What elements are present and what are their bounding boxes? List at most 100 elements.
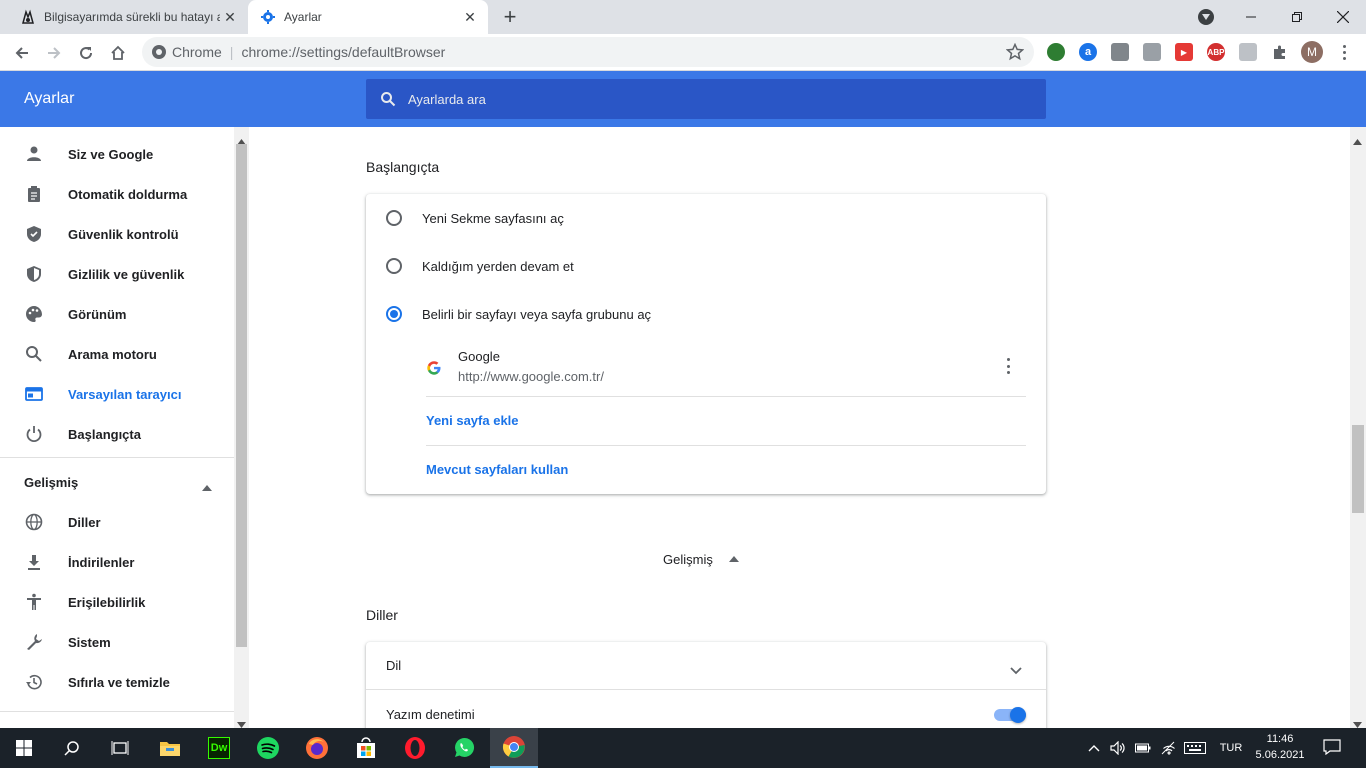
dreamweaver-icon[interactable]: Dw — [195, 728, 243, 768]
address-bar[interactable]: Chrome | chrome://settings/defaultBrowse… — [142, 37, 1034, 67]
start-button[interactable] — [0, 728, 48, 768]
startup-option-new-tab[interactable]: Yeni Sekme sayfasını aç — [366, 194, 1046, 242]
person-icon — [24, 144, 44, 164]
input-language[interactable]: TUR — [1214, 740, 1248, 756]
sidebar-item-autofill[interactable]: Otomatik doldurma — [0, 174, 234, 214]
person-check-extension-icon[interactable] — [1239, 43, 1257, 61]
settings-sidebar: Siz ve Google Otomatik doldurma Güvenlik… — [0, 127, 234, 728]
volume-icon[interactable] — [1109, 740, 1127, 756]
startup-page-entry: Google http://www.google.com.tr/ — [426, 342, 1026, 397]
chrome-taskbar-icon[interactable] — [490, 728, 538, 768]
radio-button[interactable] — [386, 210, 402, 226]
sidebar-advanced-toggle[interactable]: Gelişmiş — [0, 462, 234, 502]
tab-strip: Bilgisayarımda sürekli bu hatayı a ✕ Aya… — [0, 0, 1366, 34]
startup-option-continue[interactable]: Kaldığım yerden devam et — [366, 242, 1046, 290]
sidebar-item-default-browser[interactable]: Varsayılan tarayıcı — [0, 374, 234, 414]
close-tab-icon[interactable]: ✕ — [220, 7, 240, 27]
notification-icon[interactable] — [1320, 739, 1344, 755]
sidebar-item-downloads[interactable]: İndirilenler — [0, 542, 234, 582]
grid-extension-icon[interactable] — [1111, 43, 1129, 61]
search-icon[interactable] — [48, 728, 96, 768]
main-scrollbar[interactable] — [1350, 127, 1366, 728]
minimize-button[interactable] — [1228, 0, 1274, 34]
new-tab-button[interactable]: + — [498, 4, 522, 29]
restore-icon — [24, 672, 44, 692]
sidebar-item-languages[interactable]: Diller — [0, 502, 234, 542]
sidebar-item-you-and-google[interactable]: Siz ve Google — [0, 134, 234, 174]
sidebar-item-system[interactable]: Sistem — [0, 622, 234, 662]
radio-button-selected[interactable] — [386, 306, 402, 322]
url-text: chrome://settings/defaultBrowser — [241, 44, 446, 60]
shield-check-icon — [24, 224, 44, 244]
sidebar-divider — [0, 711, 234, 712]
sidebar-item-safety-check[interactable]: Güvenlik kontrolü — [0, 214, 234, 254]
chevron-down-icon[interactable] — [1010, 662, 1022, 680]
sidebar-scroll-thumb[interactable] — [236, 144, 247, 647]
wifi-icon[interactable] — [1160, 740, 1178, 756]
restore-button[interactable] — [1274, 0, 1320, 34]
close-window-button[interactable] — [1320, 0, 1366, 34]
clock[interactable]: 11:46 5.06.2021 — [1252, 731, 1308, 765]
startup-page-name: Google — [458, 349, 500, 364]
opera-icon[interactable] — [391, 728, 439, 768]
site-label: Chrome — [172, 44, 222, 60]
file-explorer-icon[interactable] — [146, 728, 194, 768]
sidebar-item-privacy[interactable]: Gizlilik ve güvenlik — [0, 254, 234, 294]
add-new-page-link[interactable]: Yeni sayfa ekle — [426, 413, 519, 428]
sidebar-item-on-startup[interactable]: Başlangıçta — [0, 414, 234, 454]
close-tab-icon[interactable]: ✕ — [460, 7, 480, 27]
avatar[interactable]: M — [1301, 41, 1323, 63]
sidebar-item-reset[interactable]: Sıfırla ve temizle — [0, 662, 234, 702]
microsoft-store-icon[interactable] — [342, 728, 390, 768]
firefox-icon[interactable] — [293, 728, 341, 768]
accessibility-icon — [24, 592, 44, 612]
keyboard-icon[interactable] — [1184, 740, 1206, 756]
sidebar-item-appearance[interactable]: Görünüm — [0, 294, 234, 334]
tab-bilgisayar[interactable]: Bilgisayarımda sürekli bu hatayı a ✕ — [0, 0, 248, 34]
spellcheck-label: Yazım denetimi — [386, 706, 475, 722]
spellcheck-toggle[interactable] — [994, 707, 1026, 723]
browser-toolbar: Chrome | chrome://settings/defaultBrowse… — [0, 34, 1366, 71]
startup-card: Yeni Sekme sayfasını aç Kaldığım yerden … — [366, 194, 1046, 494]
sidebar-item-search-engine[interactable]: Arama motoru — [0, 334, 234, 374]
puzzle-icon[interactable] — [1271, 43, 1289, 61]
radio-button[interactable] — [386, 258, 402, 274]
sidebar-scrollbar[interactable] — [234, 127, 249, 728]
settings-main: Başlangıçta Yeni Sekme sayfasını aç Kald… — [249, 127, 1350, 742]
sidebar-item-label: Otomatik doldurma — [68, 186, 188, 202]
bookmark-star-icon[interactable] — [1005, 42, 1025, 64]
option-label: Yeni Sekme sayfasını aç — [422, 210, 564, 226]
settings-search-input[interactable]: Ayarlarda ara — [366, 79, 1046, 119]
adblock-extension-icon[interactable]: ABP — [1207, 43, 1225, 61]
globe-extension-icon[interactable] — [1047, 43, 1065, 61]
camera-extension-icon[interactable] — [1143, 43, 1161, 61]
language-label: Dil — [386, 658, 402, 673]
scroll-up-icon[interactable] — [1353, 132, 1362, 150]
windows-taskbar: Dw TUR 11:46 5.06.2021 — [0, 728, 1366, 768]
use-current-pages-link[interactable]: Mevcut sayfaları kullan — [426, 462, 568, 477]
spotify-icon[interactable] — [244, 728, 292, 768]
advanced-toggle-button[interactable]: Gelişmiş — [663, 549, 749, 569]
main-scroll-thumb[interactable] — [1352, 425, 1364, 513]
more-vert-icon[interactable] — [1004, 358, 1012, 374]
whatsapp-icon[interactable] — [440, 728, 488, 768]
battery-icon[interactable] — [1134, 740, 1152, 756]
a-extension-icon[interactable]: a — [1079, 43, 1097, 61]
home-icon[interactable] — [106, 41, 130, 65]
youtube-extension-icon[interactable]: ▶ — [1175, 43, 1193, 61]
sidebar-item-accessibility[interactable]: Erişilebilirlik — [0, 582, 234, 622]
task-view-icon[interactable] — [96, 728, 144, 768]
menu-kebab-icon[interactable] — [1336, 43, 1352, 61]
sidebar-item-label: Erişilebilirlik — [68, 594, 146, 610]
download-icon — [24, 552, 44, 572]
sidebar-item-label: Başlangıçta — [68, 426, 141, 442]
forward-icon[interactable] — [42, 41, 66, 65]
startup-option-specific-pages[interactable]: Belirli bir sayfayı veya sayfa grubunu a… — [366, 290, 1046, 338]
back-icon[interactable] — [10, 41, 34, 65]
reload-icon[interactable] — [74, 41, 98, 65]
omnibox-separator: | — [229, 44, 234, 60]
tab-ayarlar[interactable]: Ayarlar ✕ — [248, 0, 488, 34]
tab-search-icon[interactable] — [1198, 9, 1214, 25]
show-hidden-icons[interactable] — [1086, 740, 1102, 756]
language-row[interactable]: Dil — [366, 642, 1046, 690]
